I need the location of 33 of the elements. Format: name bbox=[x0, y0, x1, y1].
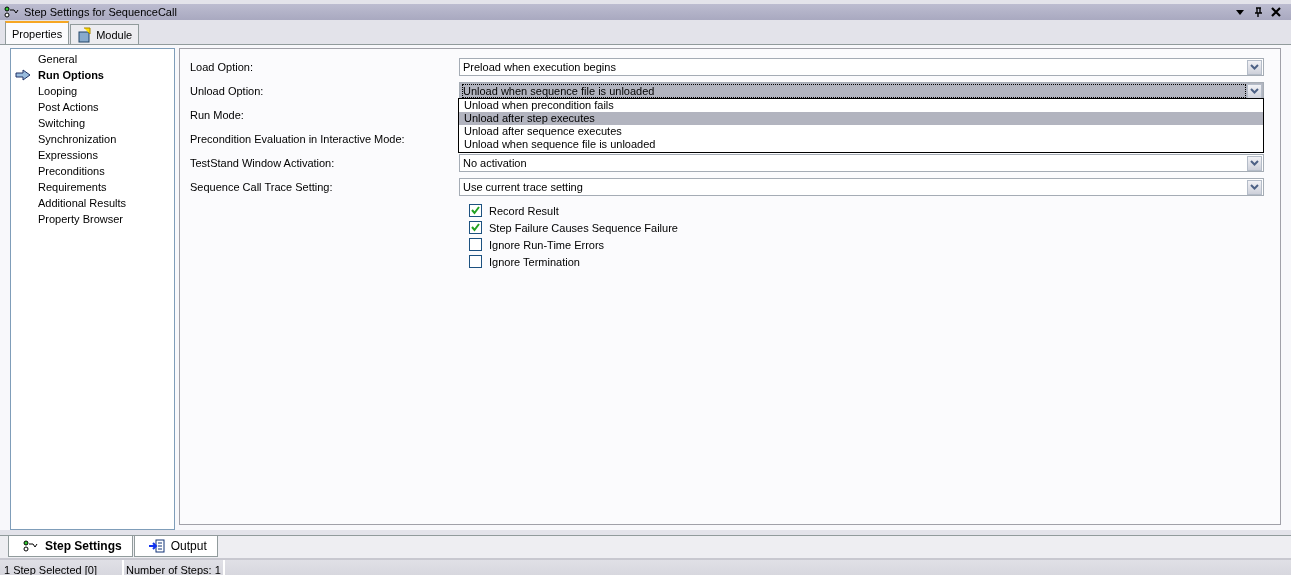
dropdown-field[interactable]: Use current trace setting bbox=[459, 178, 1264, 196]
tab[interactable]: Output bbox=[133, 536, 218, 557]
dropdown-option[interactable]: Unload after step executes bbox=[459, 112, 1263, 125]
window-title: Step Settings for SequenceCall bbox=[24, 6, 178, 18]
sidebar-item[interactable]: Property Browser bbox=[37, 213, 124, 225]
dropdown-option[interactable]: Unload after sequence executes bbox=[459, 125, 1263, 138]
checkbox-label: Ignore Termination bbox=[489, 255, 580, 268]
field-label: Sequence Call Trace Setting: bbox=[190, 181, 334, 193]
dropdown-option[interactable]: Unload when sequence file is unloaded bbox=[459, 138, 1263, 151]
tab[interactable]: Step Settings bbox=[8, 536, 133, 557]
tab[interactable]: Properties bbox=[5, 21, 70, 44]
checkbox-label: Ignore Run-Time Errors bbox=[489, 238, 605, 251]
sidebar-item[interactable]: Looping bbox=[37, 85, 79, 97]
dropdown-field[interactable]: Preload when execution begins bbox=[459, 58, 1264, 76]
sidebar-item[interactable]: Post Actions bbox=[37, 101, 100, 113]
field-label: Load Option: bbox=[190, 61, 254, 73]
sidebar-item[interactable]: Switching bbox=[37, 117, 87, 129]
field-label: Precondition Evaluation in Interactive Mode: bbox=[190, 133, 406, 145]
sidebar-item[interactable]: Synchronization bbox=[37, 133, 118, 145]
sidebar-item[interactable]: General bbox=[37, 53, 79, 65]
dropdown-option[interactable]: Unload when precondition fails bbox=[459, 99, 1263, 112]
sidebar-item[interactable]: Expressions bbox=[37, 149, 99, 161]
sidebar-item[interactable]: Preconditions bbox=[37, 165, 106, 177]
sidebar-item[interactable]: Additional Results bbox=[37, 197, 128, 209]
checkbox-label: Step Failure Causes Sequence Failure bbox=[489, 221, 678, 234]
checkbox-label: Record Result bbox=[489, 204, 559, 217]
field-label: TestStand Window Activation: bbox=[190, 157, 336, 169]
field-label: Run Mode: bbox=[190, 109, 245, 121]
sidebar-item[interactable]: Requirements bbox=[37, 181, 108, 193]
field-label: Unload Option: bbox=[190, 85, 265, 97]
tab[interactable]: Module bbox=[70, 24, 140, 44]
dropdown-field[interactable]: No activation bbox=[459, 154, 1264, 172]
sidebar-item[interactable]: Run Options bbox=[37, 69, 105, 81]
